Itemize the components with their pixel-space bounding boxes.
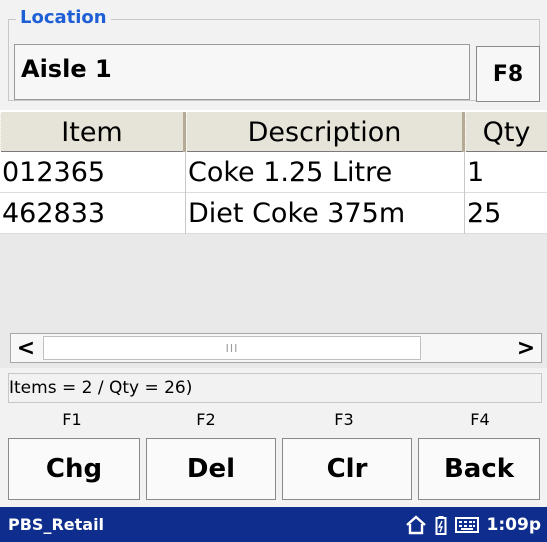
clear-button[interactable]: Clr bbox=[282, 438, 412, 500]
scroll-left-button[interactable]: < bbox=[11, 334, 41, 362]
cell-qty: 1 bbox=[467, 157, 485, 188]
clock[interactable]: 1:09p bbox=[487, 515, 541, 535]
battery-icon[interactable] bbox=[435, 515, 447, 535]
column-header-description[interactable]: Description bbox=[186, 112, 465, 152]
column-header-item[interactable]: Item bbox=[0, 112, 186, 152]
fkey-label-f2: F2 bbox=[196, 410, 216, 429]
scroll-grip: III bbox=[225, 341, 239, 355]
change-button[interactable]: Chg bbox=[8, 438, 140, 500]
scroll-right-button[interactable]: > bbox=[511, 334, 541, 362]
chevron-left-icon: < bbox=[16, 335, 36, 361]
cell-item: 462833 bbox=[0, 193, 186, 234]
location-legend: Location bbox=[16, 6, 111, 30]
cell-description: Coke 1.25 Litre bbox=[186, 152, 465, 193]
scroll-thumb[interactable]: III bbox=[43, 336, 421, 360]
item-grid[interactable]: Item Description Qty 012365 Coke 1.25 Li… bbox=[0, 110, 547, 368]
table-row[interactable]: 012365 Coke 1.25 Litre 1 bbox=[0, 152, 547, 193]
column-header-qty[interactable]: Qty bbox=[465, 112, 547, 152]
taskbar: PBS_Retail 1:09p bbox=[0, 507, 547, 542]
status-summary: Items = 2 / Qty = 26) bbox=[8, 373, 542, 403]
fkey-label-f3: F3 bbox=[334, 410, 354, 429]
location-input[interactable]: Aisle 1 bbox=[14, 44, 470, 100]
app-name: PBS_Retail bbox=[8, 515, 105, 534]
cell-item: 012365 bbox=[0, 152, 186, 193]
fkey-label-f1: F1 bbox=[62, 410, 82, 429]
cell-description: Diet Coke 375m bbox=[186, 193, 465, 234]
system-tray: 1:09p bbox=[405, 507, 541, 542]
horizontal-scrollbar[interactable]: < III > bbox=[10, 333, 542, 363]
f8-button[interactable]: F8 bbox=[476, 46, 540, 102]
grid-header: Item Description Qty bbox=[0, 110, 547, 152]
delete-button[interactable]: Del bbox=[146, 438, 276, 500]
chevron-right-icon: > bbox=[516, 335, 536, 361]
table-row[interactable]: 462833 Diet Coke 375m 25 bbox=[0, 193, 547, 234]
cell-qty: 25 bbox=[467, 198, 502, 229]
back-button[interactable]: Back bbox=[418, 438, 540, 500]
fkey-label-f4: F4 bbox=[470, 410, 490, 429]
home-icon[interactable] bbox=[405, 514, 427, 535]
keyboard-icon[interactable] bbox=[454, 516, 479, 534]
